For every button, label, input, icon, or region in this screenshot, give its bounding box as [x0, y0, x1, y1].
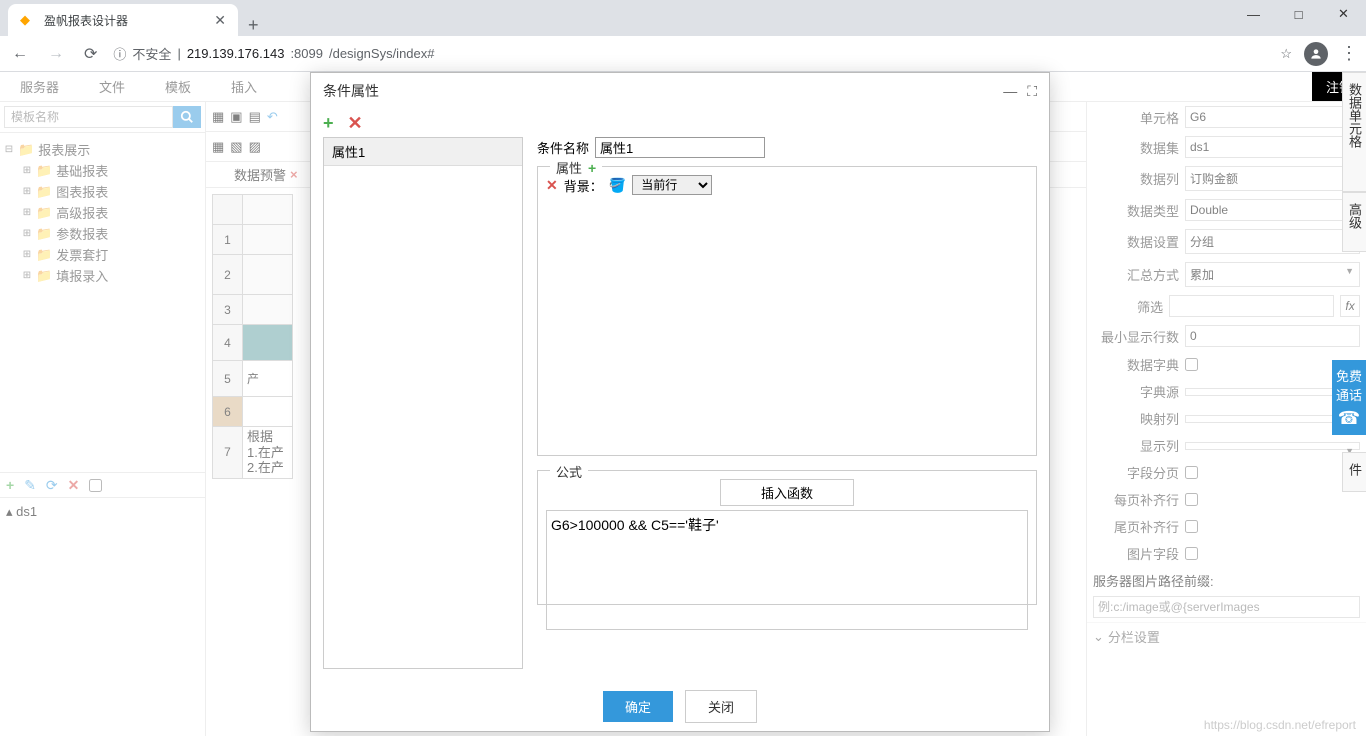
condition-property-dialog: 条件属性 — ⛶ + ✕ 属性1 条件名称 属性+ ✕ 背景： 🪣 当前行 [310, 72, 1050, 732]
new-tab-button[interactable]: + [238, 15, 269, 36]
formula-fieldset: 公式 插入函数 G6>100000 && C5=='鞋子' [537, 470, 1037, 605]
window-maximize[interactable]: □ [1276, 0, 1321, 28]
info-icon[interactable]: ⓘ [113, 44, 126, 63]
condition-name-label: 条件名称 [537, 138, 589, 157]
watermark: https://blog.csdn.net/efreport [1204, 718, 1356, 732]
forward-icon: → [44, 41, 68, 67]
tab-title: 盈帆报表设计器 [44, 12, 206, 29]
window-close[interactable]: ✕ [1321, 0, 1366, 28]
maximize-icon[interactable]: ⛶ [1027, 83, 1037, 100]
minimize-icon[interactable]: — [1003, 83, 1017, 99]
attribute-row: ✕ 背景： 🪣 当前行 [546, 175, 1028, 195]
attributes-fieldset: 属性+ ✕ 背景： 🪣 当前行 [537, 166, 1037, 456]
free-call-widget[interactable]: 免费 通话 ☎ [1332, 360, 1366, 435]
delete-attr-icon[interactable]: ✕ [546, 177, 558, 194]
add-condition-icon[interactable]: + [323, 113, 334, 134]
browser-tabstrip: ◆ 盈帆报表设计器 ✕ + [0, 0, 1366, 36]
side-tab-condition[interactable]: 件 [1342, 452, 1366, 492]
paint-bucket-icon[interactable]: 🪣 [609, 177, 626, 194]
favicon-icon: ◆ [20, 12, 36, 28]
url-bar[interactable]: ⓘ 不安全 | 219.139.176.143:8099/designSys/i… [113, 44, 1268, 63]
condition-name-input[interactable] [595, 137, 765, 158]
phone-icon: ☎ [1334, 408, 1364, 429]
url-host: 219.139.176.143 [187, 46, 285, 61]
dialog-titlebar[interactable]: 条件属性 — ⛶ [311, 73, 1049, 109]
profile-avatar[interactable] [1304, 42, 1328, 66]
back-icon[interactable]: ← [8, 41, 32, 67]
side-tab-datacell[interactable]: 数据单元格 [1342, 72, 1366, 192]
browser-tab[interactable]: ◆ 盈帆报表设计器 ✕ [8, 4, 238, 36]
condition-list: 属性1 [323, 137, 523, 669]
condition-list-item[interactable]: 属性1 [324, 138, 522, 166]
side-tab-advanced[interactable]: 高级 [1342, 192, 1366, 252]
security-warning: 不安全 [132, 44, 171, 63]
reload-icon[interactable]: ⟳ [80, 40, 101, 68]
insert-function-button[interactable]: 插入函数 [720, 479, 854, 506]
add-attr-icon[interactable]: + [588, 160, 596, 176]
delete-condition-icon[interactable]: ✕ [348, 113, 363, 134]
browser-navbar: ← → ⟳ ⓘ 不安全 | 219.139.176.143:8099/desig… [0, 36, 1366, 72]
ok-button[interactable]: 确定 [603, 691, 673, 722]
dialog-title: 条件属性 [323, 81, 993, 101]
bg-target-select[interactable]: 当前行 [632, 175, 712, 195]
formula-textarea[interactable]: G6>100000 && C5=='鞋子' [546, 510, 1028, 630]
menu-icon[interactable]: ⋮ [1340, 43, 1358, 64]
close-button[interactable]: 关闭 [685, 690, 757, 723]
tab-close-icon[interactable]: ✕ [214, 12, 226, 29]
bookmark-icon[interactable]: ☆ [1280, 46, 1292, 62]
window-minimize[interactable]: — [1231, 0, 1276, 28]
